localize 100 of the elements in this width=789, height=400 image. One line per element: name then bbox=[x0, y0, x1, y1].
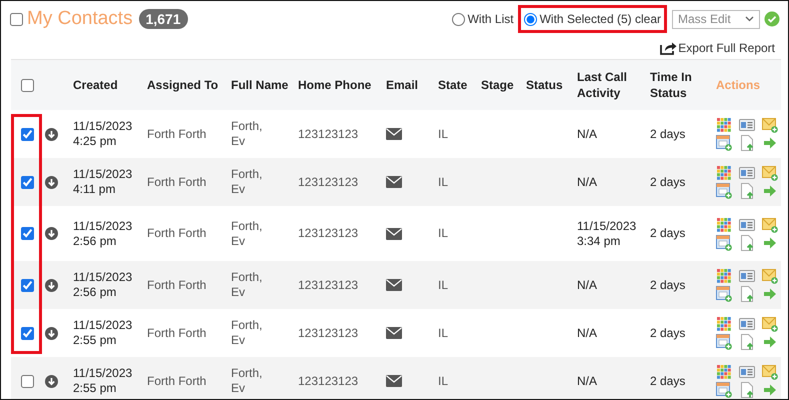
email-icon[interactable] bbox=[386, 327, 402, 339]
contact-card-icon[interactable] bbox=[739, 165, 755, 181]
calendar-add-icon[interactable] bbox=[716, 135, 732, 151]
state-cell-text: IL bbox=[438, 126, 450, 142]
note-add-icon[interactable] bbox=[762, 316, 778, 332]
home-phone-cell-text: 123123123 bbox=[298, 326, 360, 340]
created-header: Created bbox=[73, 78, 118, 92]
state-header: State bbox=[438, 78, 468, 92]
created-cell-text: 11/15/2023 2:56 pm bbox=[73, 270, 134, 300]
home-phone-cell-text: 123123123 bbox=[298, 278, 360, 292]
document-upload-icon[interactable] bbox=[739, 286, 755, 302]
color-grid-icon[interactable] bbox=[716, 268, 732, 284]
state-cell-text: IL bbox=[438, 174, 450, 190]
note-add-icon[interactable] bbox=[762, 165, 778, 181]
expand-down-icon[interactable] bbox=[45, 374, 58, 388]
expand-down-icon[interactable] bbox=[45, 227, 58, 240]
radio-label[interactable]: With Selected (5) clear bbox=[540, 12, 661, 26]
arrow-right-icon[interactable] bbox=[762, 334, 778, 350]
note-add-icon[interactable] bbox=[762, 268, 778, 284]
row-checkbox[interactable] bbox=[21, 278, 34, 292]
caret-icon bbox=[745, 16, 754, 22]
actions-header: Actions bbox=[716, 78, 760, 92]
arrow-right-icon[interactable] bbox=[762, 286, 778, 302]
calendar-add-icon[interactable] bbox=[716, 286, 732, 302]
email-icon[interactable] bbox=[386, 128, 402, 140]
select-all-rows-checkbox[interactable] bbox=[21, 78, 34, 92]
color-grid-icon[interactable] bbox=[716, 316, 732, 332]
last-call-cell-text: N/A bbox=[577, 374, 598, 388]
full-name-cell-text: Forth, Ev bbox=[231, 270, 264, 300]
assigned-to-cell-text: Forth Forth bbox=[147, 326, 208, 340]
arrow-right-icon[interactable] bbox=[762, 382, 778, 398]
expand-down-icon[interactable] bbox=[45, 278, 58, 292]
row-checkbox[interactable] bbox=[21, 374, 34, 388]
contact-card-icon[interactable] bbox=[739, 364, 755, 380]
assigned-to-cell-text: Forth Forth bbox=[147, 374, 208, 388]
document-upload-icon[interactable] bbox=[739, 234, 755, 250]
created-cell-text: 11/15/2023 2:55 pm bbox=[73, 366, 134, 396]
expand-down-icon[interactable] bbox=[45, 326, 58, 340]
color-grid-icon[interactable] bbox=[716, 216, 732, 232]
select-all-checkbox[interactable] bbox=[10, 12, 23, 26]
contact-card-icon[interactable] bbox=[739, 316, 755, 332]
time-in-status-cell-text: 2 days bbox=[650, 126, 686, 142]
export-link[interactable]: Export Full Report bbox=[660, 41, 775, 55]
note-add-icon[interactable] bbox=[762, 216, 778, 232]
state-cell-text: IL bbox=[438, 226, 450, 241]
scope-radio[interactable] bbox=[524, 12, 537, 26]
page-title: My Contacts bbox=[27, 8, 133, 30]
document-upload-icon[interactable] bbox=[739, 135, 755, 151]
arrow-right-icon[interactable] bbox=[762, 183, 778, 199]
state-cell-text: IL bbox=[438, 326, 450, 340]
assigned-to-cell-text: Forth Forth bbox=[147, 278, 208, 292]
assigned-to-header: Assigned To bbox=[147, 78, 218, 92]
color-grid-icon[interactable] bbox=[716, 165, 732, 181]
row-checkbox[interactable] bbox=[21, 326, 34, 340]
email-header: Email bbox=[386, 78, 418, 92]
expand-down-icon[interactable] bbox=[45, 176, 58, 188]
email-icon[interactable] bbox=[386, 279, 402, 291]
assigned-to-cell-text: Forth Forth bbox=[147, 174, 208, 190]
email-icon[interactable] bbox=[386, 228, 402, 240]
last-call-cell-text: N/A bbox=[577, 126, 598, 142]
last-call-header: Last Call Activity bbox=[577, 70, 628, 100]
full-name-cell-text: Forth, Ev bbox=[231, 318, 264, 348]
note-add-icon[interactable] bbox=[762, 364, 778, 380]
calendar-add-icon[interactable] bbox=[716, 234, 732, 250]
home-phone-cell-text: 123123123 bbox=[298, 374, 360, 388]
document-upload-icon[interactable] bbox=[739, 334, 755, 350]
arrow-right-icon[interactable] bbox=[762, 135, 778, 151]
color-grid-icon[interactable] bbox=[716, 117, 732, 133]
document-upload-icon[interactable] bbox=[739, 183, 755, 199]
home-phone-cell-text: 123123123 bbox=[298, 226, 360, 241]
radio-label[interactable]: With List bbox=[468, 12, 514, 26]
calendar-add-icon[interactable] bbox=[716, 382, 732, 398]
created-cell-text: 11/15/2023 2:56 pm bbox=[73, 218, 134, 248]
state-cell-text: IL bbox=[438, 278, 450, 292]
mass-edit-dropdown[interactable]: Mass Edit bbox=[672, 10, 760, 28]
row-checkbox[interactable] bbox=[21, 128, 34, 140]
row-checkbox[interactable] bbox=[21, 227, 34, 240]
color-grid-icon[interactable] bbox=[716, 364, 732, 380]
scope-radio[interactable] bbox=[452, 12, 465, 26]
email-icon[interactable] bbox=[386, 176, 402, 188]
last-call-cell-text: N/A bbox=[577, 326, 598, 340]
document-upload-icon[interactable] bbox=[739, 382, 755, 398]
calendar-add-icon[interactable] bbox=[716, 334, 732, 350]
row-checkbox[interactable] bbox=[21, 176, 34, 188]
home-phone-header: Home Phone bbox=[298, 78, 372, 92]
calendar-add-icon[interactable] bbox=[716, 183, 732, 199]
contact-card-icon[interactable] bbox=[739, 216, 755, 232]
stage-header: Stage bbox=[481, 78, 514, 92]
email-icon[interactable] bbox=[386, 375, 402, 387]
expand-down-icon[interactable] bbox=[45, 128, 58, 140]
confirm-check-icon[interactable] bbox=[764, 11, 780, 27]
time-in-status-cell-text: 2 days bbox=[650, 174, 686, 190]
note-add-icon[interactable] bbox=[762, 117, 778, 133]
full-name-cell-text: Forth, Ev bbox=[231, 167, 264, 197]
time-in-status-cell-text: 2 days bbox=[650, 326, 686, 340]
time-in-status-cell-text: 2 days bbox=[650, 374, 686, 388]
assigned-to-cell-text: Forth Forth bbox=[147, 226, 208, 241]
contact-card-icon[interactable] bbox=[739, 117, 755, 133]
contact-card-icon[interactable] bbox=[739, 268, 755, 284]
arrow-right-icon[interactable] bbox=[762, 234, 778, 250]
